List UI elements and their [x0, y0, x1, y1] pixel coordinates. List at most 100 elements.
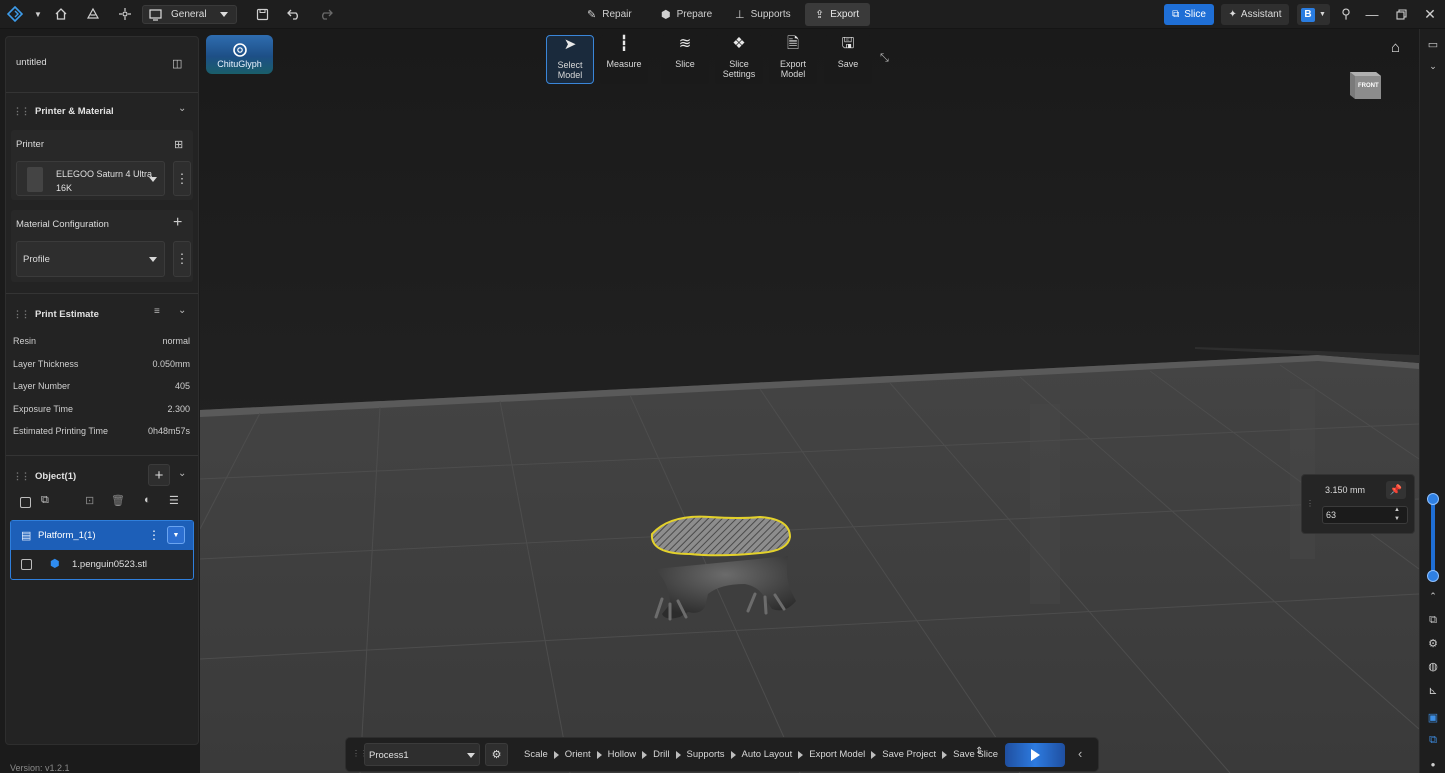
printer-material-header[interactable]: ⋮⋮ Printer & Material	[6, 106, 198, 117]
object-checkbox[interactable]	[21, 559, 32, 570]
chevron-down-icon[interactable]: ⌄	[178, 305, 186, 316]
restore-icon[interactable]	[1390, 4, 1412, 24]
mesh-icon: ⬢	[50, 558, 60, 570]
export-model-tool[interactable]: 🗎 Export Model	[769, 35, 817, 84]
step-drill[interactable]: Drill	[653, 749, 669, 760]
layer-slider-track[interactable]	[1431, 495, 1435, 575]
step-scale[interactable]: Scale	[524, 749, 548, 760]
workspace-select[interactable]: General	[142, 5, 237, 24]
select-all-checkbox[interactable]	[20, 497, 31, 508]
app-logo-icon[interactable]	[4, 4, 26, 24]
app-menu-chevron-icon[interactable]: ▼	[27, 4, 49, 24]
slice-settings-tool[interactable]: ❖ Slice Settings	[715, 35, 763, 84]
collapse-toolbar-icon[interactable]: ⤡	[880, 52, 889, 65]
frame-icon[interactable]: ⊡	[85, 494, 94, 507]
minimize-icon[interactable]: —	[1361, 4, 1383, 24]
printer-name-line2: 16K	[56, 183, 73, 193]
3d-viewport[interactable]	[200, 29, 1419, 773]
tab-prepare[interactable]: ⬢ Prepare	[651, 3, 722, 26]
expand-steps-icon[interactable]: ⇕	[975, 746, 983, 757]
assistant-button[interactable]: ✦ Assistant	[1221, 4, 1289, 25]
layer-view-icon[interactable]: ⧉	[1426, 733, 1440, 747]
printer-more-button[interactable]: ⋮	[173, 161, 191, 196]
estimate-row-layer-number: Layer Number 405	[13, 381, 190, 391]
step-hollow[interactable]: Hollow	[608, 749, 637, 760]
chituglyph-button[interactable]: ChituGlyph	[206, 35, 273, 74]
process-select[interactable]: Process1	[364, 743, 480, 766]
layer-slider-top-handle[interactable]	[1427, 493, 1439, 505]
layer-slider-bottom-handle[interactable]	[1427, 570, 1439, 582]
add-object-button[interactable]: +	[148, 464, 170, 486]
cursor-icon: ➤	[563, 36, 577, 53]
printer-select[interactable]: ELEGOO Saturn 4 Ultra 16K	[16, 161, 165, 196]
profile-more-button[interactable]: ⋮	[173, 241, 191, 277]
pin-layer-icon[interactable]: 📌	[1386, 481, 1406, 499]
drag-handle-icon: ⋮⋮	[13, 309, 30, 319]
palette-icon[interactable]: ◐	[144, 494, 151, 506]
step-supports[interactable]: Supports	[687, 749, 725, 760]
print-estimate-header[interactable]: ⋮⋮ Print Estimate	[6, 309, 198, 320]
process-settings-icon[interactable]: ⚙	[485, 743, 508, 766]
arrow-right-icon	[871, 750, 877, 759]
step-save-project[interactable]: Save Project	[882, 749, 936, 760]
gear-icon[interactable]: ⚙	[1426, 636, 1440, 650]
filter-icon[interactable]: ☰	[169, 494, 179, 507]
status-dot-icon: ●	[1430, 759, 1436, 769]
trash-icon[interactable]: 🗑	[111, 494, 125, 507]
measure-axis-icon[interactable]: ⊾	[1426, 683, 1440, 697]
chevron-left-icon[interactable]: ‹	[1078, 746, 1082, 761]
group-icon[interactable]: ⧉	[41, 494, 49, 507]
save-icon[interactable]	[251, 4, 273, 24]
tab-repair[interactable]: ✎ Repair	[577, 3, 642, 26]
redo-icon[interactable]	[315, 4, 337, 24]
step-auto-layout[interactable]: Auto Layout	[742, 749, 793, 760]
drag-handle-icon[interactable]: ⋮	[1306, 499, 1314, 508]
sparkle-icon: ✦	[1228, 9, 1237, 20]
home-icon[interactable]	[50, 4, 72, 24]
chevron-down-icon[interactable]: ▼	[167, 526, 185, 544]
drag-handle-icon: ⋮⋮	[13, 471, 30, 481]
chevron-up-icon[interactable]: ⌃	[1426, 589, 1440, 603]
add-printer-icon[interactable]: ⊞	[174, 138, 183, 151]
estimate-label: Exposure Time	[13, 404, 74, 414]
layer-stepper-icon[interactable]: ▲ ▼	[1394, 506, 1400, 524]
sphere-icon[interactable]: ◍	[1426, 659, 1440, 673]
platform-more-icon[interactable]: ⋮	[148, 528, 160, 542]
measure-tool[interactable]: ┇ Measure	[600, 35, 648, 84]
estimate-row-exposure-time: Exposure Time 2.300	[13, 404, 190, 414]
view-mode-icon[interactable]: ▣	[1426, 710, 1440, 724]
sidebar-toggle-icon[interactable]: ◫	[172, 57, 182, 70]
panel-toggle-icon[interactable]: ▭	[1426, 37, 1440, 51]
home-view-icon[interactable]: ⌂	[1391, 39, 1400, 56]
tab-supports[interactable]: ⊥ Supports	[725, 3, 801, 26]
account-badge: B	[1301, 7, 1315, 22]
account-button[interactable]: B ▼	[1297, 4, 1330, 25]
save-tool[interactable]: 🖫 Save	[824, 35, 872, 84]
object-row[interactable]: ⬢ 1.penguin0523.stl	[11, 550, 193, 579]
list-icon[interactable]: ≡	[154, 306, 160, 317]
add-material-icon[interactable]: +	[173, 214, 182, 232]
slice-button[interactable]: ⧉ Slice	[1164, 4, 1214, 25]
profile-select[interactable]: Profile	[16, 241, 165, 277]
slice-tool[interactable]: ≋ Slice	[661, 35, 709, 84]
pin-icon[interactable]: ⚲	[1335, 4, 1357, 24]
printer-settings-icon[interactable]	[82, 4, 104, 24]
printer-material-title: Printer & Material	[35, 106, 114, 117]
run-process-button[interactable]	[1005, 743, 1065, 767]
view-cube[interactable]: FRONT	[1346, 67, 1381, 101]
arrow-right-icon	[730, 750, 736, 759]
step-orient[interactable]: Orient	[565, 749, 591, 760]
copy-icon[interactable]: ⧉	[1426, 613, 1440, 627]
chevron-down-icon[interactable]: ⌄	[178, 468, 186, 479]
select-model-tool[interactable]: ➤ Select Model	[546, 35, 594, 84]
export-file-icon: 🗎	[786, 35, 800, 52]
platform-row[interactable]: ▤ Platform_1(1) ⋮ ▼	[11, 521, 193, 550]
chevron-down-icon[interactable]: ⌄	[178, 103, 186, 114]
tab-export[interactable]: ⇪ Export	[805, 3, 870, 26]
network-icon[interactable]	[114, 4, 136, 24]
chevron-down-icon[interactable]: ⌄	[1426, 59, 1440, 73]
drag-handle-icon: ⋮⋮	[13, 106, 30, 116]
close-icon[interactable]: ✕	[1419, 4, 1441, 24]
undo-icon[interactable]	[283, 4, 305, 24]
step-export-model[interactable]: Export Model	[809, 749, 865, 760]
